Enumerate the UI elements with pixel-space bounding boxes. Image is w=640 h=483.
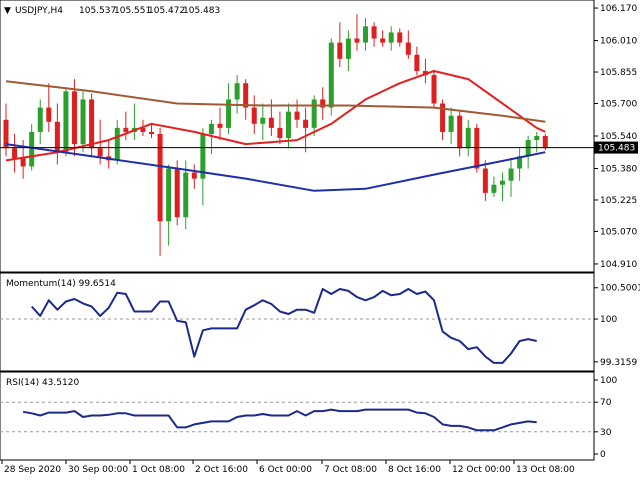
candle-body <box>303 119 309 128</box>
candle-body <box>285 111 291 139</box>
momentum-line <box>30 288 537 364</box>
time-tick-label: 2 Oct 16:00 <box>195 465 248 475</box>
price-tick-label: 104.910 <box>600 260 637 270</box>
close-value: 105.483 <box>183 6 220 16</box>
candle-body <box>277 127 283 139</box>
candle-body <box>20 158 26 167</box>
candle-body <box>363 26 369 43</box>
candle-body <box>457 115 463 149</box>
candle-body <box>63 91 69 153</box>
candle-body <box>337 42 343 59</box>
candle-body <box>397 32 403 43</box>
candle-body <box>354 38 360 43</box>
momentum-tick-label: 100.5001 <box>600 284 640 294</box>
candle-body <box>89 99 95 149</box>
time-tick-label: 28 Sep 2020 <box>4 465 61 475</box>
time-tick-label: 13 Oct 08:00 <box>516 465 575 475</box>
candle-body <box>474 127 480 169</box>
candle-body <box>431 75 437 104</box>
momentum-label: Momentum(14) 99.6514 <box>6 279 116 289</box>
price-tick-label: 105.070 <box>600 227 637 237</box>
price-tick-label: 105.855 <box>600 68 637 78</box>
time-tick-label: 30 Sep 00:00 <box>68 465 128 475</box>
axis-group: 106.170 106.010 105.855 105.700 105.540 105.3… <box>1 4 640 475</box>
candle-body <box>217 123 223 128</box>
rsi-tick-label: 100 <box>600 376 617 386</box>
candle-body <box>465 127 471 149</box>
price-tick-label: 105.380 <box>600 164 637 174</box>
moving-average-line <box>5 80 546 123</box>
current-price-label: 105.483 <box>598 144 635 154</box>
candle-body <box>482 168 488 193</box>
candle-body <box>12 148 18 159</box>
candle-body <box>491 184 497 193</box>
momentum-plot-group <box>0 288 594 364</box>
candle-body <box>345 38 351 59</box>
candle-body <box>71 91 77 145</box>
chart-canvas[interactable]: 106.170 106.010 105.855 105.700 105.540 105.3… <box>0 0 640 480</box>
candle-body <box>97 148 103 157</box>
candle-body <box>183 172 189 218</box>
candle-body <box>311 99 317 128</box>
price-tick-label: 105.540 <box>600 132 637 142</box>
rsi-label: RSI(14) 43.5120 <box>6 378 79 388</box>
collapse-arrow-icon[interactable]: ▼ <box>4 6 11 16</box>
candle-body <box>37 107 43 132</box>
candle-body <box>123 127 129 132</box>
candle-body <box>243 83 249 108</box>
open-value: 105.537 <box>79 6 116 16</box>
candle-body <box>260 117 266 124</box>
candle-body <box>542 136 548 149</box>
price-tick-label: 105.700 <box>600 100 637 110</box>
time-tick-label: 12 Oct 00:00 <box>452 465 511 475</box>
rsi-plot-group <box>0 401 594 433</box>
low-value: 105.472 <box>148 6 185 16</box>
moving-average-line <box>5 143 546 192</box>
candle-body <box>251 107 257 124</box>
candle-body <box>29 131 35 167</box>
candle-body <box>294 111 300 120</box>
candle-body <box>525 140 531 157</box>
candle-body <box>380 38 386 43</box>
candle-body <box>174 168 180 218</box>
candle-body <box>268 117 274 128</box>
time-tick-label: 7 Oct 08:00 <box>324 465 377 475</box>
symbol-label: USDJPY,H4 <box>15 6 63 16</box>
time-tick-label: 8 Oct 16:00 <box>388 465 441 475</box>
candle-body <box>371 26 377 39</box>
candle-body <box>46 107 52 122</box>
rsi-tick-label: 70 <box>600 398 612 408</box>
momentum-tick-label: 100 <box>600 315 617 325</box>
momentum-tick-label: 99.3159 <box>600 358 637 368</box>
rsi-tick-label: 0 <box>600 450 606 460</box>
moving-average-line <box>5 70 546 162</box>
price-tick-label: 106.010 <box>600 37 637 47</box>
rsi-tick-label: 30 <box>600 428 612 438</box>
candle-body <box>208 123 214 134</box>
candle-body <box>448 115 454 132</box>
high-value: 105.551 <box>114 6 151 16</box>
candle-body <box>534 136 540 141</box>
main-plot-group <box>0 14 594 256</box>
candle-body <box>157 133 163 222</box>
price-tick-label: 106.170 <box>600 4 637 14</box>
candle-body <box>405 42 411 55</box>
candle-body <box>166 168 172 222</box>
candle-body <box>234 83 240 100</box>
candle-body <box>414 54 420 72</box>
candle-body <box>499 180 505 185</box>
time-tick-label: 1 Oct 08:00 <box>132 465 185 475</box>
chart-window[interactable]: 106.170 106.010 105.855 105.700 105.540 105.3… <box>0 0 640 480</box>
candle-body <box>388 32 394 43</box>
candle-body <box>508 168 514 181</box>
candle-body <box>149 131 155 134</box>
candle-body <box>328 42 334 108</box>
rsi-line <box>22 408 537 432</box>
candle-body <box>191 172 197 179</box>
time-tick-label: 6 Oct 00:00 <box>259 465 312 475</box>
candle-body <box>114 127 120 161</box>
price-tick-label: 105.225 <box>600 196 637 206</box>
candle-body <box>80 99 86 145</box>
